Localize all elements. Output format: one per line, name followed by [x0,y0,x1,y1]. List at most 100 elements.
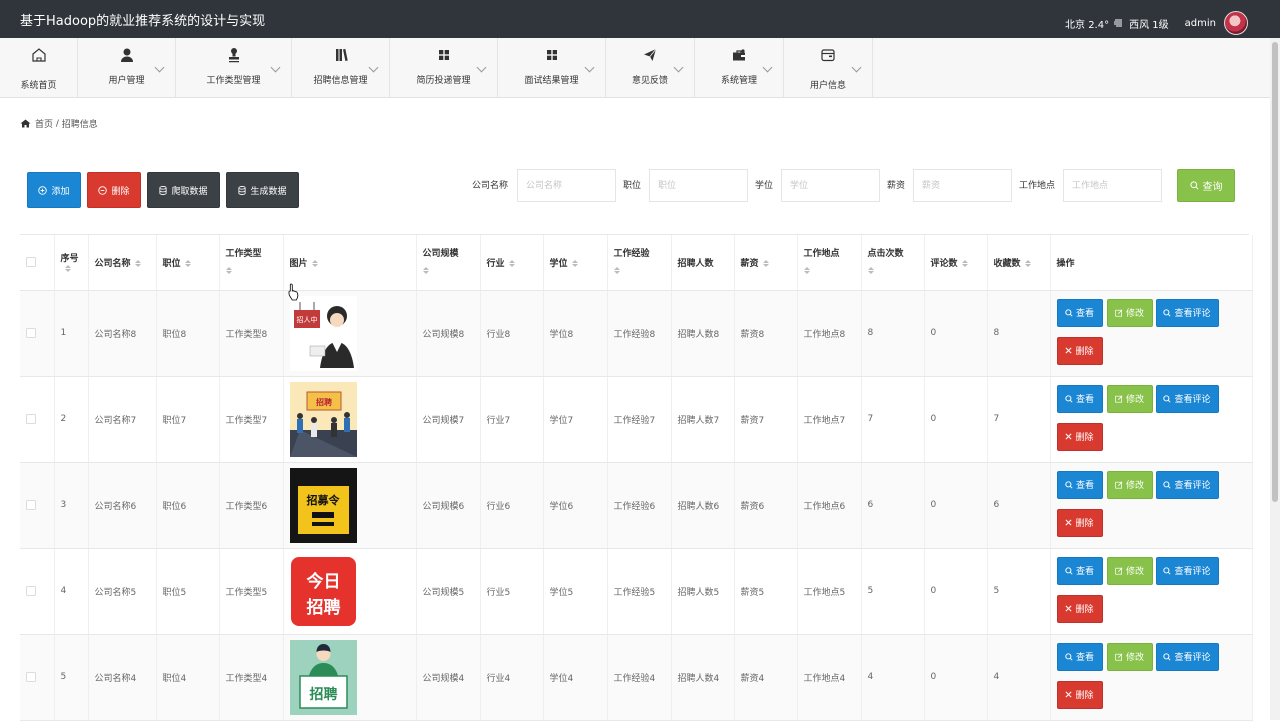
view-button[interactable]: 查看 [1056,642,1103,671]
view-comments-button[interactable]: 查看评论 [1155,556,1219,585]
column-header-2[interactable]: 职位 [156,235,220,291]
row-checkbox[interactable] [26,672,36,682]
crawl-data-button[interactable]: 爬取数据 [147,172,220,208]
column-header-10[interactable]: 薪资 [734,235,798,291]
chevron-down-icon[interactable] [368,62,379,73]
delete-button[interactable]: 删除 [87,172,141,208]
nav-item-4[interactable]: 简历投递管理 [390,38,498,98]
column-header-4[interactable]: 图片 [283,235,417,291]
chevron-down-icon[interactable] [270,62,281,73]
table-row[interactable]: 2 公司名称7 职位7 工作类型7 招聘 公司规模7 行业7 学位7 工作经验7 招聘人数7 薪资7… [20,376,1253,463]
nav-item-8[interactable]: 用户信息 [784,38,873,98]
sort-icon[interactable] [867,267,924,275]
sort-icon[interactable] [225,267,283,275]
row-delete-button[interactable]: 删除 [1056,336,1103,365]
sort-icon[interactable] [134,259,141,267]
job-input[interactable] [649,169,748,202]
column-header-1[interactable]: 公司名称 [88,235,157,291]
chevron-down-icon[interactable] [673,62,684,73]
nav-item-6[interactable]: 意见反馈 [606,38,695,98]
degree-input[interactable] [781,169,880,202]
avatar[interactable] [1224,11,1248,35]
column-header-5[interactable]: 公司规模 [416,235,481,291]
ops-cell: 查看 修改 查看评论删除 [1050,634,1253,721]
nav-item-7[interactable]: 系统管理 [695,38,784,98]
column-header-13[interactable]: 评论数 [924,235,988,291]
salary-input[interactable] [913,169,1012,202]
edit-button[interactable]: 修改 [1106,470,1153,499]
breadcrumb-home[interactable]: 首页 [35,117,53,130]
search-button[interactable]: 查询 [1177,169,1235,202]
view-button[interactable]: 查看 [1056,298,1103,327]
view-button[interactable]: 查看 [1056,470,1103,499]
ops-group: 查看 修改 查看评论删除 [1051,549,1252,634]
cell-company: 公司名称7 [88,376,157,463]
row-delete-button[interactable]: 删除 [1056,594,1103,623]
scrollbar-thumb[interactable] [1272,42,1278,502]
sort-icon[interactable] [613,267,671,275]
user-name[interactable]: admin [1185,18,1216,29]
table-row[interactable]: 5 公司名称4 职位4 工作类型4 招聘 公司规模4 行业4 学位4 工作经验4 招聘人数4 薪资4… [20,634,1253,721]
row-checkbox[interactable] [26,328,36,338]
sort-icon[interactable] [184,259,191,267]
view-comments-button[interactable]: 查看评论 [1155,642,1219,671]
close-icon [1065,519,1072,526]
sort-icon[interactable] [1024,259,1031,267]
edit-button[interactable]: 修改 [1106,298,1153,327]
nav-item-1[interactable]: 用户管理 [78,38,176,98]
nav-item-5[interactable]: 面试结果管理 [498,38,606,98]
sort-icon[interactable] [803,267,861,275]
generate-data-button[interactable]: 生成数据 [226,172,299,208]
sort-icon[interactable] [762,259,769,267]
edit-button[interactable]: 修改 [1106,642,1153,671]
column-header-6[interactable]: 行业 [480,235,544,291]
view-comments-button[interactable]: 查看评论 [1155,384,1219,413]
view-button[interactable]: 查看 [1056,556,1103,585]
column-header-0[interactable]: 序号 [54,235,89,291]
row-delete-button[interactable]: 删除 [1056,422,1103,451]
table-row[interactable]: 4 公司名称5 职位5 工作类型5 今日 招聘 公司规模5 行业5 学位5 工作经验5 招聘人数5 薪… [20,548,1253,635]
nav-item-3[interactable]: 招聘信息管理 [292,38,390,98]
view-comments-button[interactable]: 查看评论 [1155,298,1219,327]
sort-icon[interactable] [508,259,515,267]
chevron-down-icon[interactable] [762,62,773,73]
sort-icon[interactable] [64,264,71,272]
cell-favs: 5 [987,548,1051,635]
table-row[interactable]: 1 公司名称8 职位8 工作类型8 招人中 公司规模8 行业8 学位8 工作经验8 招聘人数8 薪资… [20,290,1253,377]
row-delete-button[interactable]: 删除 [1056,680,1103,709]
chevron-down-icon[interactable] [154,62,165,73]
row-checkbox[interactable] [26,500,36,510]
sort-icon[interactable] [311,259,318,267]
chevron-down-icon[interactable] [584,62,595,73]
column-header-12[interactable]: 点击次数 [861,235,925,291]
column-header-11[interactable]: 工作地点 [797,235,862,291]
column-header-7[interactable]: 学位 [543,235,608,291]
view-button[interactable]: 查看 [1056,384,1103,413]
edit-button[interactable]: 修改 [1106,556,1153,585]
sort-icon[interactable] [571,259,578,267]
column-header-3[interactable]: 工作类型 [219,235,284,291]
cell-job: 职位4 [156,634,220,721]
vertical-scrollbar[interactable] [1270,38,1280,720]
chevron-down-icon[interactable] [851,62,862,73]
sort-icon[interactable] [961,259,968,267]
row-checkbox[interactable] [26,414,36,424]
row-delete-label: 删除 [1075,519,1094,529]
nav-item-2[interactable]: 工作类型管理 [176,38,292,98]
column-header-14[interactable]: 收藏数 [987,235,1051,291]
sort-icon[interactable] [422,267,480,275]
view-comments-button[interactable]: 查看评论 [1155,470,1219,499]
column-header-8[interactable]: 工作经验 [607,235,672,291]
ops-cell: 查看 修改 查看评论删除 [1050,376,1253,463]
company-name-input[interactable] [517,169,616,202]
row-delete-button[interactable]: 删除 [1056,508,1103,537]
select-all-checkbox[interactable] [26,257,36,268]
nav-item-0[interactable]: 系统首页 [0,38,78,98]
cell-count: 招聘人数5 [671,548,735,635]
work-place-input[interactable] [1063,169,1162,202]
edit-button[interactable]: 修改 [1106,384,1153,413]
add-button[interactable]: 添加 [27,172,81,208]
row-checkbox[interactable] [26,586,36,596]
table-row[interactable]: 3 公司名称6 职位6 工作类型6 招募令 公司规模6 行业6 学位6 工作经验6 招聘人数6 薪资… [20,462,1253,549]
chevron-down-icon[interactable] [476,62,487,73]
